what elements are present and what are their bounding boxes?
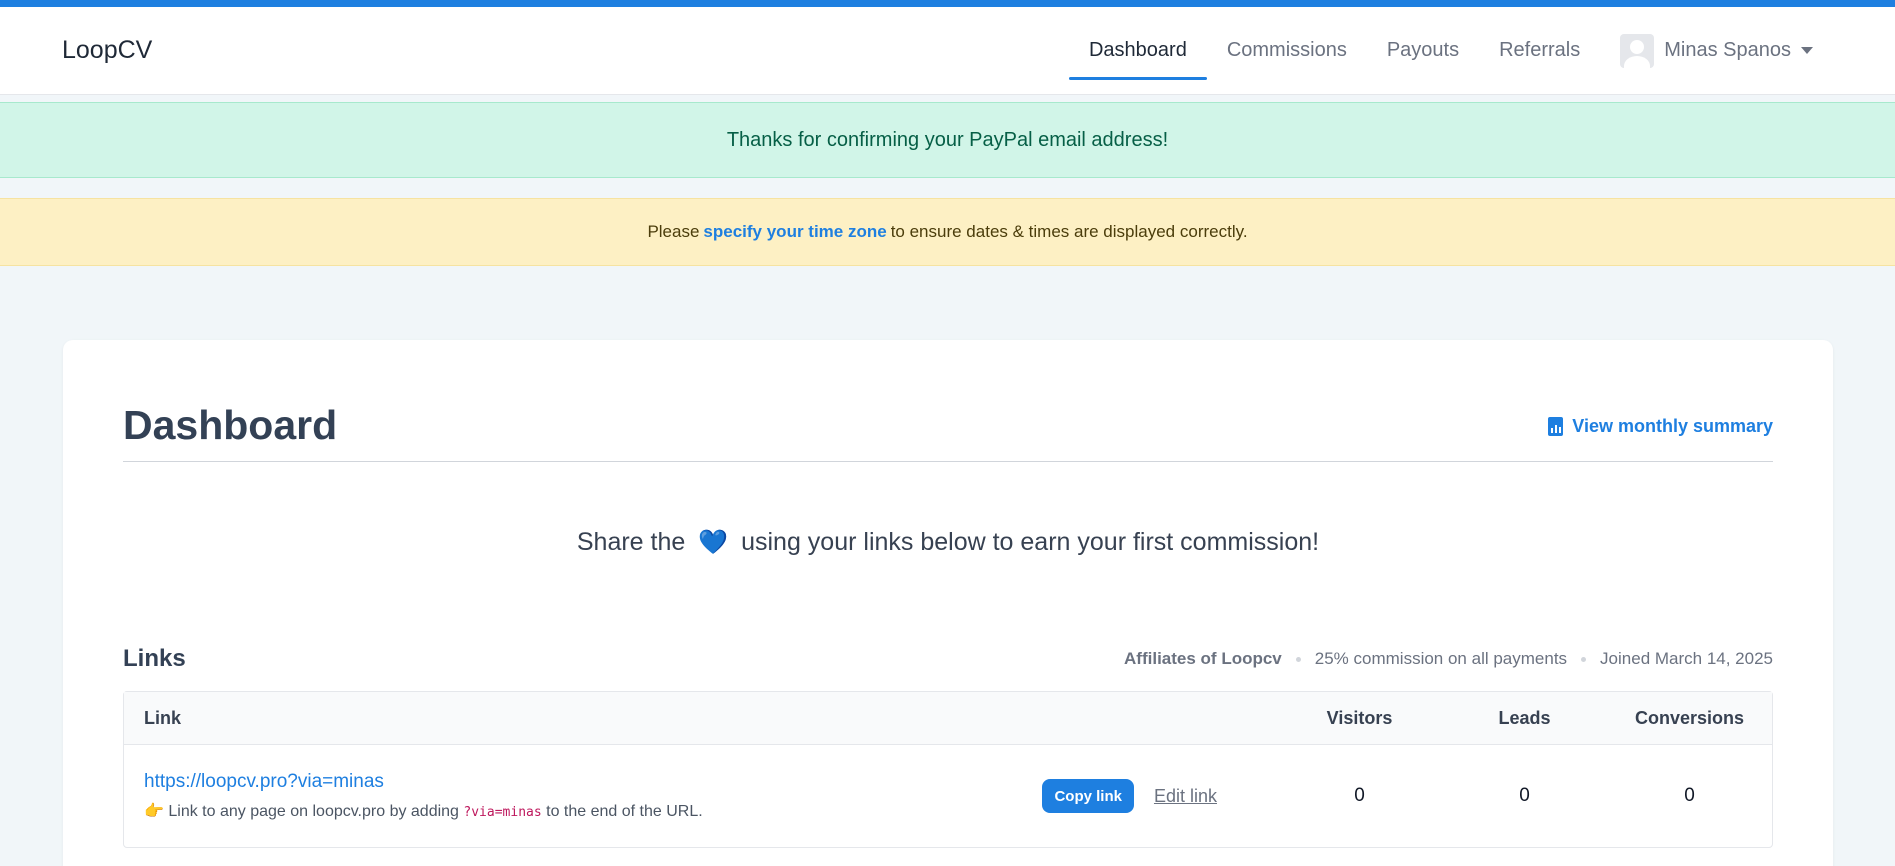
column-leads: Leads — [1498, 707, 1551, 728]
share-text-after: using your links below to earn your firs… — [741, 528, 1320, 556]
main-nav: Dashboard Commissions Payouts Referrals … — [1068, 7, 1813, 94]
timezone-warning: Please specify your time zone to ensure … — [0, 198, 1895, 266]
success-alert-text: Thanks for confirming your PayPal email … — [726, 128, 1169, 151]
joined-date: Joined March 14, 2025 — [1600, 649, 1773, 668]
bar-chart-icon — [1548, 417, 1564, 436]
link-info: https://loopcv.pro?via=minas 👉 Link to a… — [144, 771, 1042, 821]
user-name: Minas Spanos — [1664, 39, 1791, 61]
conversions-count: 0 — [1684, 785, 1695, 806]
share-text-before: Share the — [576, 528, 686, 556]
column-visitors: Visitors — [1326, 707, 1393, 728]
affiliate-link[interactable]: https://loopcv.pro?via=minas — [144, 771, 384, 792]
nav-payouts[interactable]: Payouts — [1367, 7, 1479, 94]
timezone-link[interactable]: specify your time zone — [703, 222, 886, 242]
column-link: Link — [144, 707, 182, 728]
commission-rate: 25% commission on all payments — [1314, 649, 1568, 668]
links-section-header: Links Affiliates of Loopcv 25% commissio… — [123, 645, 1773, 673]
blue-heart-icon: 💙 — [698, 529, 729, 556]
view-monthly-summary-link[interactable]: View monthly summary — [1548, 416, 1773, 437]
dashboard-card: Dashboard View monthly summary Share the… — [63, 340, 1833, 866]
program-name: Affiliates of Loopcv — [1124, 649, 1282, 668]
success-alert: Thanks for confirming your PayPal email … — [0, 102, 1895, 178]
nav-referrals[interactable]: Referrals — [1479, 7, 1600, 94]
navbar: LoopCV Dashboard Commissions Payouts Ref… — [0, 7, 1895, 95]
table-row: https://loopcv.pro?via=minas 👉 Link to a… — [124, 745, 1772, 847]
copy-link-button[interactable]: Copy link — [1042, 779, 1134, 813]
chevron-down-icon — [1801, 47, 1813, 54]
edit-link-button[interactable]: Edit link — [1154, 786, 1217, 807]
nav-commissions[interactable]: Commissions — [1207, 7, 1367, 94]
via-parameter-code: ?via=minas — [463, 805, 542, 820]
program-meta: Affiliates of Loopcv 25% commission on a… — [1124, 649, 1773, 669]
summary-link-label: View monthly summary — [1572, 416, 1773, 436]
link-hint: 👉 Link to any page on loopcv.pro by addi… — [144, 801, 1042, 821]
top-accent-bar — [0, 0, 1895, 7]
separator-dot — [1581, 656, 1587, 662]
links-title: Links — [123, 645, 186, 672]
link-cell: https://loopcv.pro?via=minas 👉 Link to a… — [124, 771, 1277, 821]
share-message: Share the 💙 using your links below to ea… — [123, 528, 1773, 557]
separator-dot — [1295, 656, 1301, 662]
pointing-hand-icon: 👉 — [144, 803, 164, 820]
warning-text-before: Please — [647, 222, 700, 241]
brand-logo[interactable]: LoopCV — [62, 36, 152, 65]
visitors-count: 0 — [1354, 785, 1365, 806]
links-table: Link Visitors Leads Conversions https://… — [123, 691, 1773, 848]
leads-count: 0 — [1519, 785, 1530, 806]
hint-text-before: Link to any page on loopcv.pro by adding — [168, 803, 459, 820]
avatar — [1620, 33, 1655, 68]
table-header: Link Visitors Leads Conversions — [124, 692, 1772, 745]
user-menu[interactable]: Minas Spanos — [1620, 33, 1813, 68]
nav-dashboard[interactable]: Dashboard — [1068, 7, 1207, 94]
hint-text-after: to the end of the URL. — [546, 803, 703, 820]
page-title: Dashboard — [123, 402, 338, 448]
column-conversions: Conversions — [1634, 707, 1745, 728]
warning-text-after: to ensure dates & times are displayed co… — [890, 222, 1248, 241]
dashboard-header: Dashboard View monthly summary — [123, 340, 1773, 462]
